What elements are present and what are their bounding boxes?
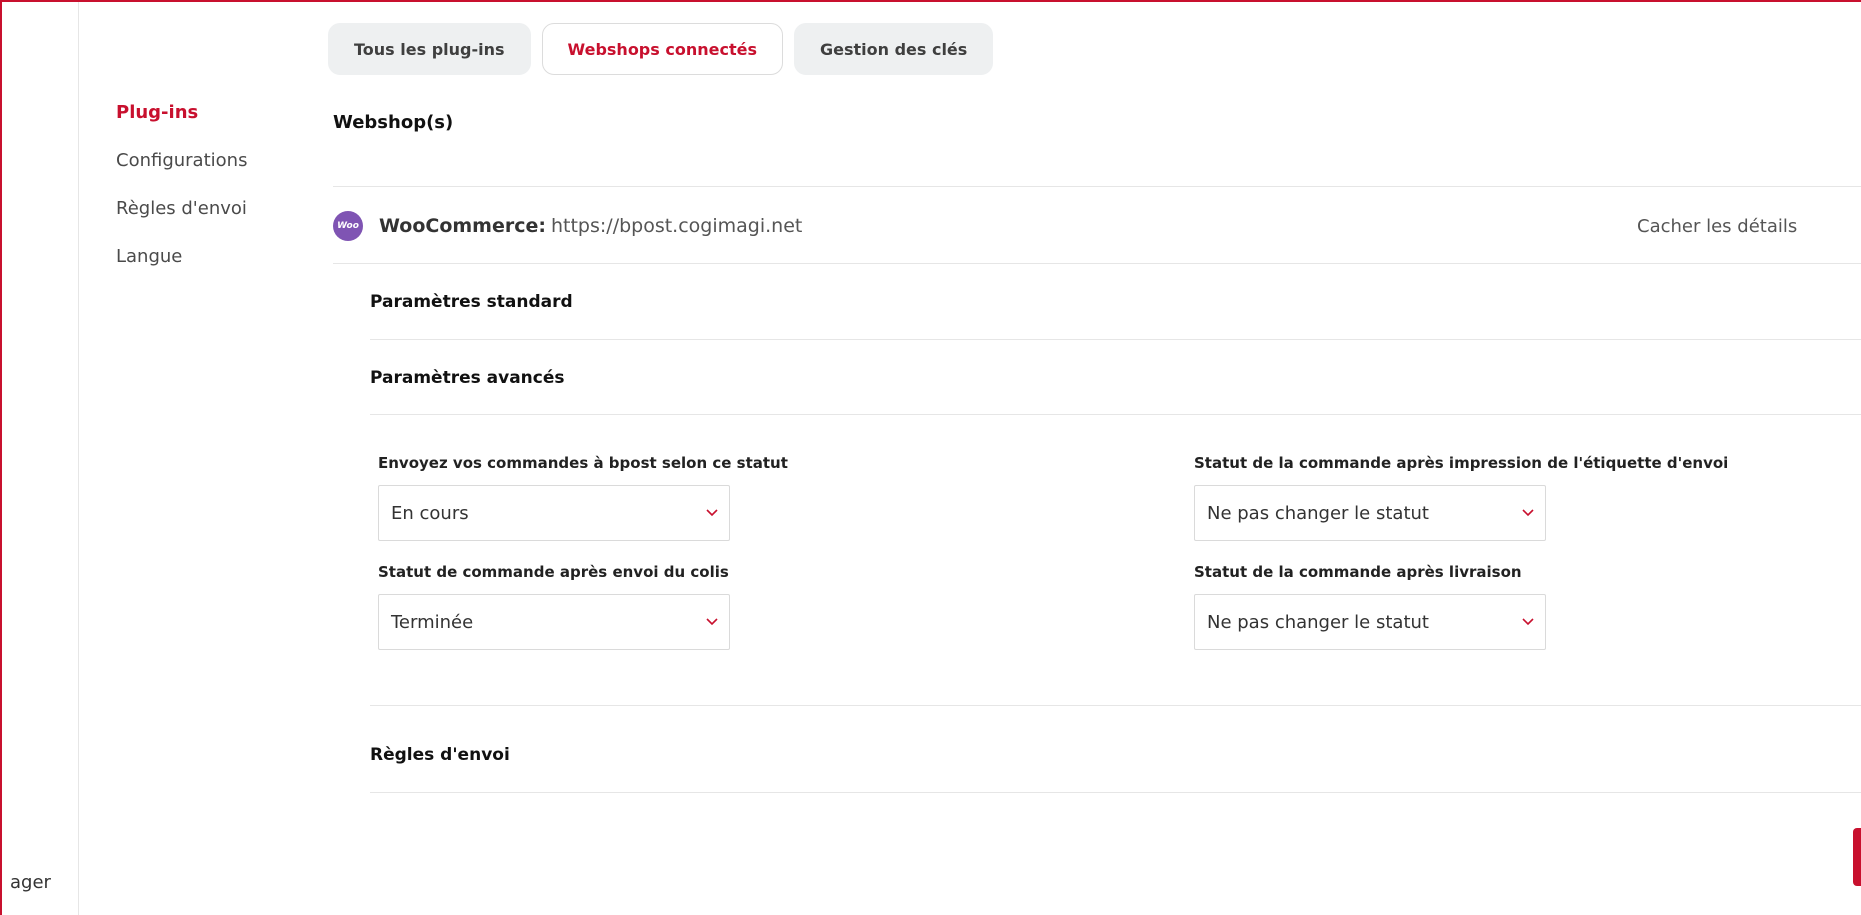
after-send-value: Terminée <box>391 611 474 633</box>
divider <box>333 186 1861 187</box>
save-button-edge[interactable] <box>1853 828 1861 886</box>
subnav-item-shipping-rules[interactable]: Règles d'envoi <box>116 194 247 242</box>
section-advanced-settings[interactable]: Paramètres avancés <box>370 368 565 388</box>
after-delivery-label: Statut de la commande après livraison <box>1194 563 1522 581</box>
divider <box>370 705 1861 706</box>
send-status-select[interactable]: En cours <box>378 485 730 541</box>
tab-all-plugins[interactable]: Tous les plug-ins <box>328 23 531 75</box>
webshop-row: Woo WooCommerce: https://bpost.cogimagi.… <box>333 208 1861 244</box>
subnav-item-language[interactable]: Langue <box>116 242 247 290</box>
left-rail-truncated-label[interactable]: ager <box>10 872 51 893</box>
tab-connected-webshops[interactable]: Webshops connectés <box>541 23 783 75</box>
subnav-item-configurations[interactable]: Configurations <box>116 146 247 194</box>
after-delivery-value: Ne pas changer le statut <box>1207 611 1429 633</box>
chevron-down-icon <box>1522 509 1534 517</box>
section-shipping-rules[interactable]: Règles d'envoi <box>370 745 510 765</box>
divider <box>370 792 1861 793</box>
send-status-value: En cours <box>391 502 469 524</box>
after-send-label: Statut de commande après envoi du colis <box>378 563 729 581</box>
subnav-item-plugins[interactable]: Plug-ins <box>116 98 247 146</box>
settings-subnav: Plug-ins Configurations Règles d'envoi L… <box>116 98 247 290</box>
left-rail: ager <box>2 2 79 915</box>
after-print-label: Statut de la commande après impression d… <box>1194 454 1729 472</box>
divider <box>333 263 1861 264</box>
hide-details-link[interactable]: Cacher les détails <box>1637 216 1797 237</box>
chevron-down-icon <box>706 618 718 626</box>
tab-key-management[interactable]: Gestion des clés <box>793 23 994 75</box>
webshop-platform: WooCommerce: <box>379 215 546 237</box>
divider <box>370 339 1861 340</box>
divider <box>370 414 1861 415</box>
after-send-select[interactable]: Terminée <box>378 594 730 650</box>
section-standard-settings[interactable]: Paramètres standard <box>370 292 573 312</box>
webshop-url: https://bpost.cogimagi.net <box>550 215 803 237</box>
after-print-select[interactable]: Ne pas changer le statut <box>1194 485 1546 541</box>
chevron-down-icon <box>706 509 718 517</box>
webshops-heading: Webshop(s) <box>333 112 454 133</box>
plugin-tabs: Tous les plug-ins Webshops connectés Ges… <box>328 23 994 75</box>
woocommerce-logo: Woo <box>333 211 363 241</box>
chevron-down-icon <box>1522 618 1534 626</box>
after-delivery-select[interactable]: Ne pas changer le statut <box>1194 594 1546 650</box>
send-status-label: Envoyez vos commandes à bpost selon ce s… <box>378 454 788 472</box>
after-print-value: Ne pas changer le statut <box>1207 502 1429 524</box>
